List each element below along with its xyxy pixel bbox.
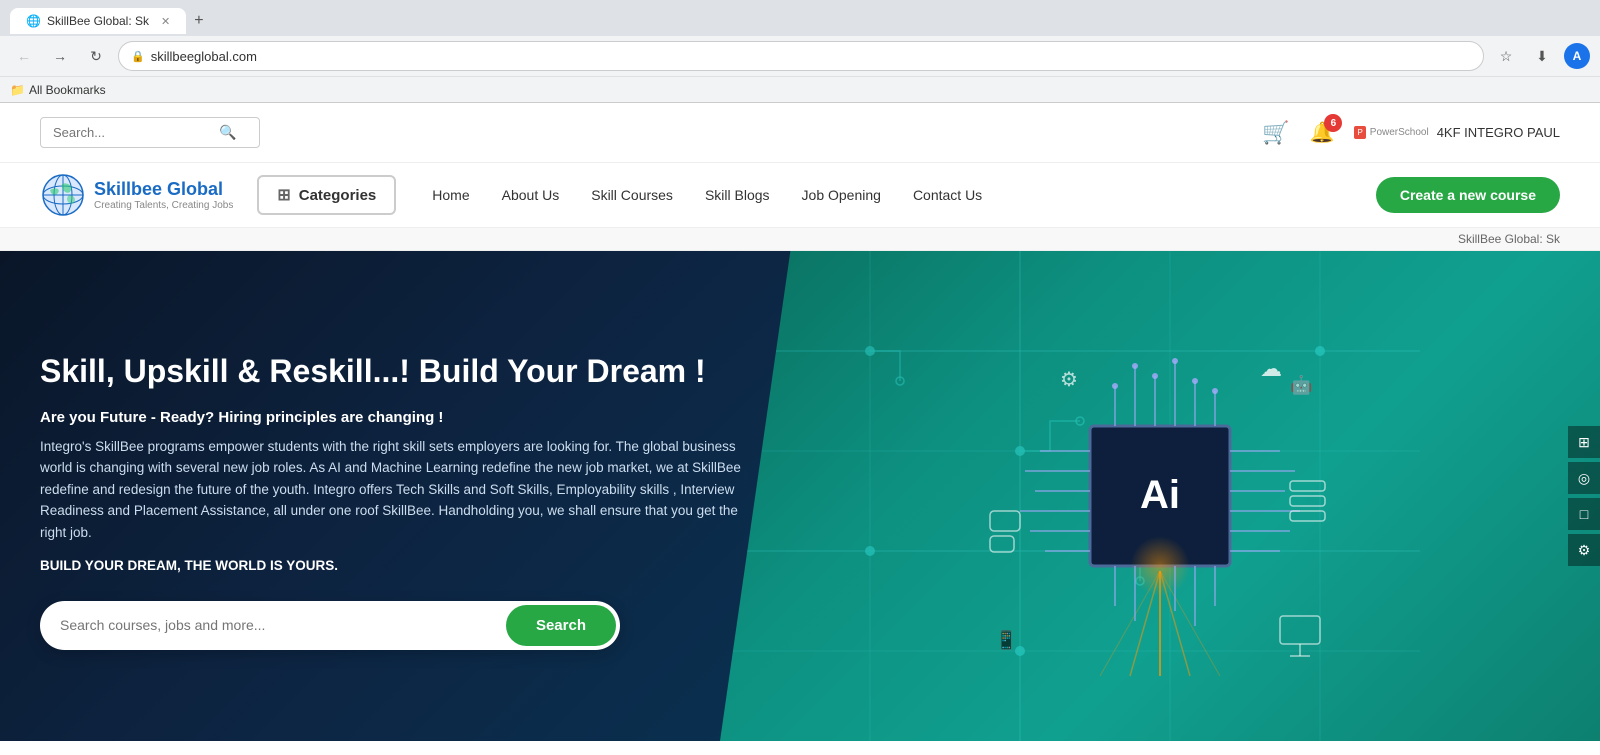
hero-search-button[interactable]: Search	[506, 605, 616, 646]
svg-text:Ai: Ai	[1140, 473, 1180, 517]
bookmarks-bar: 📁 All Bookmarks	[0, 76, 1600, 102]
search-icon: 🔍	[219, 124, 236, 141]
cart-button[interactable]: 🛒	[1262, 120, 1289, 146]
tab-bar: 🌐 SkillBee Global: Sk ✕ +	[0, 0, 1600, 36]
logo-text: Skillbee Global Creating Talents, Creati…	[94, 179, 233, 211]
hero-content: Skill, Upskill & Reskill...! Build Your …	[0, 251, 800, 741]
hero-search-form: Search	[40, 601, 620, 650]
hero-section: Ai	[0, 251, 1600, 741]
tab-title: SkillBee Global: Sk	[47, 14, 149, 28]
notification-badge: 6	[1324, 114, 1342, 132]
hero-body-text: Integro's SkillBee programs empower stud…	[40, 436, 760, 544]
ai-chip-container: Ai	[960, 296, 1360, 696]
powerschool-icon: P	[1354, 126, 1365, 139]
hero-search-input[interactable]	[40, 603, 502, 647]
bookmarks-folder-icon: 📁	[10, 83, 25, 97]
site-wrapper: 🔍 🛒 🔔 6 P PowerSchool 4KF INTEGRO PAUL	[0, 103, 1600, 741]
hero-cta-text: BUILD YOUR DREAM, THE WORLD IS YOURS.	[40, 558, 760, 573]
download-button[interactable]: ⬇	[1528, 42, 1556, 70]
svg-text:⚙: ⚙	[1060, 369, 1078, 391]
side-panel-settings-button[interactable]: ⚙	[1568, 534, 1600, 566]
active-tab[interactable]: 🌐 SkillBee Global: Sk ✕	[10, 8, 186, 34]
site-breadcrumb: SkillBee Global: Sk	[0, 228, 1600, 251]
main-navigation: Skillbee Global Creating Talents, Creati…	[0, 163, 1600, 228]
url-input[interactable]	[151, 49, 1471, 64]
browser-chrome: 🌐 SkillBee Global: Sk ✕ + ← → ↻ 🔒 ☆ ⬇ A …	[0, 0, 1600, 103]
side-panel: ⊞ ◎ □ ⚙	[1568, 426, 1600, 566]
header-right-section: 🛒 🔔 6 P PowerSchool 4KF INTEGRO PAUL	[1262, 120, 1560, 146]
svg-text:🤖: 🤖	[1290, 374, 1312, 395]
side-panel-square-button[interactable]: □	[1568, 498, 1600, 530]
nav-contact[interactable]: Contact Us	[897, 178, 998, 212]
lock-icon: 🔒	[131, 50, 145, 63]
nav-home[interactable]: Home	[416, 178, 485, 212]
grid-icon: ⊞	[277, 185, 290, 205]
browser-toolbar: ← → ↻ 🔒 ☆ ⬇ A	[0, 36, 1600, 76]
cart-icon: 🛒	[1262, 120, 1289, 145]
side-panel-grid-button[interactable]: ⊞	[1568, 426, 1600, 458]
bookmarks-label[interactable]: All Bookmarks	[29, 83, 106, 97]
user-profile-section[interactable]: P PowerSchool 4KF INTEGRO PAUL	[1354, 125, 1560, 140]
user-name-label: 4KF INTEGRO PAUL	[1437, 125, 1560, 140]
profile-avatar[interactable]: A	[1564, 43, 1590, 69]
address-bar[interactable]: 🔒	[118, 41, 1484, 71]
hero-subtitle: Are you Future - Ready? Hiring principle…	[40, 409, 760, 426]
new-tab-icon[interactable]: +	[194, 12, 203, 30]
nav-links: Home About Us Skill Courses Skill Blogs …	[416, 178, 1376, 212]
notifications-button[interactable]: 🔔 6	[1310, 120, 1335, 145]
tab-favicon: 🌐	[26, 14, 41, 28]
logo-title: Skillbee Global	[94, 179, 233, 200]
chip-pins-svg: Ai	[970, 306, 1350, 686]
side-panel-camera-button[interactable]: ◎	[1568, 462, 1600, 494]
reload-button[interactable]: ↻	[82, 42, 110, 70]
forward-button[interactable]: →	[46, 42, 74, 70]
categories-label: Categories	[299, 187, 377, 204]
svg-text:📱: 📱	[995, 629, 1017, 650]
header-search-bar[interactable]: 🔍	[40, 117, 260, 148]
powerschool-text: PowerSchool	[1370, 127, 1429, 138]
hero-title: Skill, Upskill & Reskill...! Build Your …	[40, 352, 760, 390]
categories-button[interactable]: ⊞ Categories	[257, 175, 396, 215]
header-search-input[interactable]	[53, 125, 213, 140]
svg-text:☁: ☁	[1260, 356, 1282, 381]
site-logo[interactable]: Skillbee Global Creating Talents, Creati…	[40, 172, 233, 218]
breadcrumb-text: SkillBee Global: Sk	[1458, 232, 1560, 246]
nav-about[interactable]: About Us	[486, 178, 576, 212]
tab-close-icon[interactable]: ✕	[161, 15, 170, 28]
logo-globe-icon	[40, 172, 86, 218]
nav-blogs[interactable]: Skill Blogs	[689, 178, 786, 212]
logo-subtitle: Creating Talents, Creating Jobs	[94, 200, 233, 211]
browser-actions: ☆ ⬇ A	[1492, 42, 1590, 70]
nav-jobs[interactable]: Job Opening	[786, 178, 897, 212]
nav-courses[interactable]: Skill Courses	[575, 178, 689, 212]
create-course-button[interactable]: Create a new course	[1376, 177, 1560, 213]
hero-image-panel: Ai	[720, 251, 1600, 741]
bookmark-star-button[interactable]: ☆	[1492, 42, 1520, 70]
back-button[interactable]: ←	[10, 42, 38, 70]
top-header: 🔍 🛒 🔔 6 P PowerSchool 4KF INTEGRO PAUL	[0, 103, 1600, 163]
powerschool-logo: P PowerSchool	[1354, 126, 1428, 139]
